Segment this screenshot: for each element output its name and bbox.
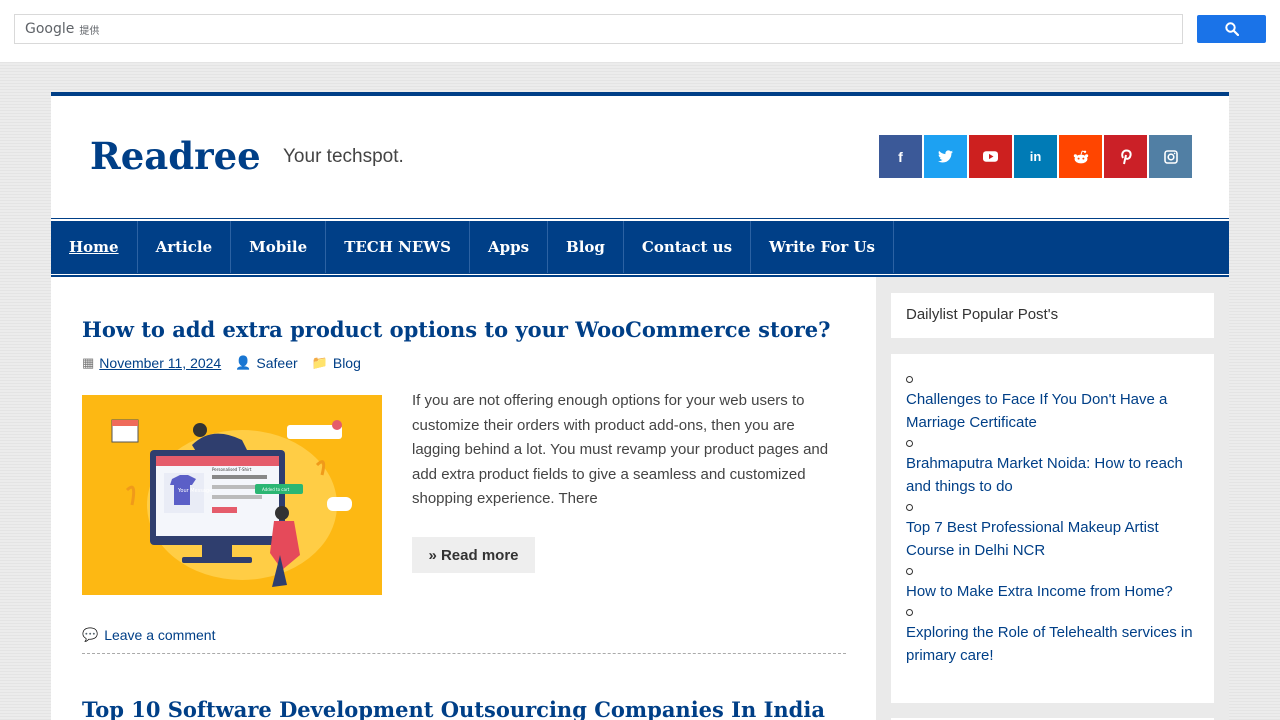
reddit-icon — [1073, 150, 1088, 163]
nav-label-article: Article — [155, 238, 213, 256]
social-youtube[interactable] — [969, 135, 1012, 178]
sidebar: Dailylist Popular Post's Challenges to F… — [876, 277, 1229, 720]
social-twitter[interactable] — [924, 135, 967, 178]
nav-item-home[interactable]: Home — [51, 221, 138, 273]
site-tagline: Your techspot. — [283, 146, 404, 167]
thumb-shirt-text: Your Message — [177, 488, 212, 494]
popular-post-link[interactable]: Challenges to Face If You Don't Have a M… — [906, 388, 1199, 434]
post-date[interactable]: November 11, 2024 — [99, 355, 221, 371]
post-category[interactable]: Blog — [333, 355, 361, 371]
user-icon: 👤 — [235, 355, 252, 370]
popular-post-link[interactable]: How to Make Extra Income from Home? — [906, 580, 1199, 603]
main-nav: Home Article Mobile TECH NEWS Apps Blog … — [51, 219, 1229, 273]
calendar-icon: ▦ — [82, 355, 95, 370]
list-item: Top 7 Best Professional Makeup Artist Co… — [906, 504, 1199, 562]
post-author[interactable]: Safeer — [256, 355, 297, 371]
nav-item-tech-news[interactable]: TECH NEWS — [326, 221, 470, 273]
bullet-icon — [906, 376, 913, 383]
popular-posts-widget: Challenges to Face If You Don't Have a M… — [891, 354, 1214, 703]
popular-post-link[interactable]: Exploring the Role of Telehealth service… — [906, 621, 1199, 667]
nav-item-write-for-us[interactable]: Write For Us — [751, 221, 894, 273]
nav-item-blog[interactable]: Blog — [548, 221, 624, 273]
instagram-icon — [1163, 149, 1178, 164]
list-item: Exploring the Role of Telehealth service… — [906, 609, 1199, 667]
list-item: Brahmaputra Market Noida: How to reach a… — [906, 440, 1199, 498]
google-brand: Google — [25, 21, 75, 37]
nav-item-article[interactable]: Article — [138, 221, 232, 273]
social-instagram[interactable] — [1149, 135, 1192, 178]
search-button[interactable] — [1197, 15, 1266, 43]
widget-title: Dailylist Popular Post's — [891, 293, 1214, 338]
linkedin-icon: in — [1029, 149, 1042, 164]
nav-label-home: Home — [69, 238, 119, 256]
pinterest-icon — [1120, 148, 1132, 164]
comment-link-row: 💬 Leave a comment — [82, 627, 215, 643]
bullet-icon — [906, 568, 913, 575]
site-wrapper: Readree Your techspot. f in Home Article… — [51, 92, 1229, 720]
nav-label-apps: Apps — [487, 238, 530, 256]
post-divider — [82, 653, 846, 654]
nav-item-apps[interactable]: Apps — [470, 221, 549, 273]
popular-post-link[interactable]: Brahmaputra Market Noida: How to reach a… — [906, 452, 1199, 498]
folder-icon: 📁 — [311, 355, 328, 370]
search-icon — [1224, 22, 1239, 36]
site-title[interactable]: Readree — [90, 134, 261, 178]
comment-icon: 💬 — [82, 627, 99, 642]
bullet-icon — [906, 609, 913, 616]
thumbnail-illustration: Your Message Personalised T-Shirt Added … — [82, 395, 382, 595]
nav-label-blog: Blog — [566, 238, 605, 256]
popular-posts-list: Challenges to Face If You Don't Have a M… — [906, 376, 1199, 667]
social-pinterest[interactable] — [1104, 135, 1147, 178]
leave-comment-link[interactable]: Leave a comment — [104, 627, 215, 643]
post-meta: ▦ November 11, 2024 👤 Safeer 📁 Blog — [82, 355, 361, 371]
nav-label-mobile: Mobile — [249, 238, 308, 256]
social-linkedin[interactable]: in — [1014, 135, 1057, 178]
list-item: Challenges to Face If You Don't Have a M… — [906, 376, 1199, 434]
next-post-title[interactable]: Top 10 Software Development Outsourcing … — [82, 697, 825, 720]
nav-item-contact[interactable]: Contact us — [624, 221, 752, 273]
read-more-button[interactable]: » Read more — [412, 537, 535, 573]
youtube-icon — [983, 151, 998, 162]
twitter-icon — [938, 150, 953, 163]
google-brand-sub: 提供 — [79, 25, 100, 37]
post-title[interactable]: How to add extra product options to your… — [82, 317, 830, 342]
search-input[interactable]: Google 提供 — [14, 14, 1183, 44]
main-content: How to add extra product options to your… — [51, 277, 876, 720]
social-reddit[interactable] — [1059, 135, 1102, 178]
popular-post-link[interactable]: Top 7 Best Professional Makeup Artist Co… — [906, 516, 1199, 562]
nav-item-mobile[interactable]: Mobile — [231, 221, 327, 273]
thumb-added-badge: Added to cart — [262, 487, 290, 492]
bullet-icon — [906, 440, 913, 447]
post-thumbnail[interactable]: Your Message Personalised T-Shirt Added … — [82, 395, 382, 595]
thumb-panel-title: Personalised T-Shirt — [212, 467, 252, 472]
facebook-icon: f — [898, 148, 903, 165]
list-item: How to Make Extra Income from Home? — [906, 568, 1199, 603]
site-header: Readree Your techspot. f in — [51, 96, 1229, 218]
social-facebook[interactable]: f — [879, 135, 922, 178]
google-search-bar: Google 提供 — [0, 0, 1280, 62]
nav-label-contact: Contact us — [641, 238, 733, 256]
nav-label-tech-news: TECH NEWS — [344, 238, 451, 256]
bullet-icon — [906, 504, 913, 511]
social-links: f in — [879, 135, 1192, 178]
nav-label-write-for-us: Write For Us — [769, 238, 875, 256]
post-excerpt: If you are not offering enough options f… — [412, 392, 829, 507]
